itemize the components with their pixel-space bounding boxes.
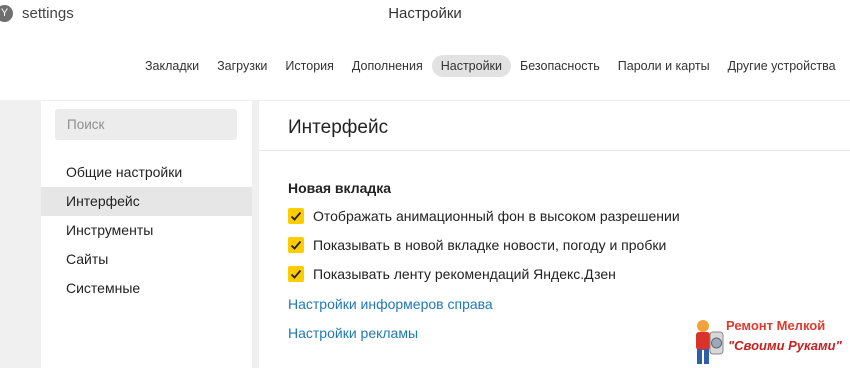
tab-extensions[interactable]: Дополнения xyxy=(343,55,432,77)
watermark-line1: Ремонт Мелкой xyxy=(726,318,826,333)
informers-settings-link[interactable]: Настройки информеров справа xyxy=(288,296,493,312)
tab-other-devices[interactable]: Другие устройства xyxy=(719,55,845,77)
tab-bookmarks[interactable]: Закладки xyxy=(136,55,208,77)
option-label: Показывать в новой вкладке новости, пого… xyxy=(313,237,667,253)
option-animated-background[interactable]: Отображать анимационный фон в высоком ра… xyxy=(288,207,680,225)
checkbox-checked[interactable] xyxy=(288,237,304,253)
sidebar: Поиск Общие настройки Интерфейс Инструме… xyxy=(41,101,252,368)
check-icon xyxy=(290,211,302,221)
search-input[interactable]: Поиск xyxy=(55,109,237,140)
option-label: Показывать ленту рекомендаций Яндекс.Дзе… xyxy=(313,266,616,282)
check-icon xyxy=(290,269,302,279)
sidebar-item-system[interactable]: Системные xyxy=(41,274,252,303)
tab-history[interactable]: История xyxy=(276,55,342,77)
sidebar-menu: Общие настройки Интерфейс Инструменты Са… xyxy=(41,158,252,303)
sidebar-item-tools[interactable]: Инструменты xyxy=(41,216,252,245)
watermark-line2: "Своими Руками" xyxy=(728,338,842,353)
sidebar-item-sites[interactable]: Сайты xyxy=(41,245,252,274)
tab-passwords-cards[interactable]: Пароли и карты xyxy=(609,55,719,77)
divider xyxy=(259,150,850,151)
check-icon xyxy=(290,240,302,250)
sidebar-item-interface[interactable]: Интерфейс xyxy=(41,187,252,216)
option-label: Отображать анимационный фон в высоком ра… xyxy=(313,208,680,224)
tab-settings[interactable]: Настройки xyxy=(431,55,512,77)
settings-nav: Закладки Загрузки История Дополнения Нас… xyxy=(0,30,850,100)
window-title: Настройки xyxy=(388,5,462,22)
watermark-logo: Ремонт Мелкой "Своими Руками" xyxy=(690,316,850,368)
repairman-icon xyxy=(696,320,724,364)
tab-security[interactable]: Безопасность xyxy=(511,55,609,77)
option-zen-feed[interactable]: Показывать ленту рекомендаций Яндекс.Дзе… xyxy=(288,265,616,283)
ads-settings-link[interactable]: Настройки рекламы xyxy=(288,325,418,341)
nav-tabs: Закладки Загрузки История Дополнения Нас… xyxy=(136,55,845,77)
page-title: Интерфейс xyxy=(288,117,389,138)
sidebar-item-general[interactable]: Общие настройки xyxy=(41,158,252,187)
option-news-weather-traffic[interactable]: Показывать в новой вкладке новости, пого… xyxy=(288,236,666,254)
tab-downloads[interactable]: Загрузки xyxy=(208,55,276,77)
section-title: Новая вкладка xyxy=(288,180,392,196)
checkbox-checked[interactable] xyxy=(288,208,304,224)
title-bar: Y settings Настройки xyxy=(0,0,850,30)
checkbox-checked[interactable] xyxy=(288,266,304,282)
